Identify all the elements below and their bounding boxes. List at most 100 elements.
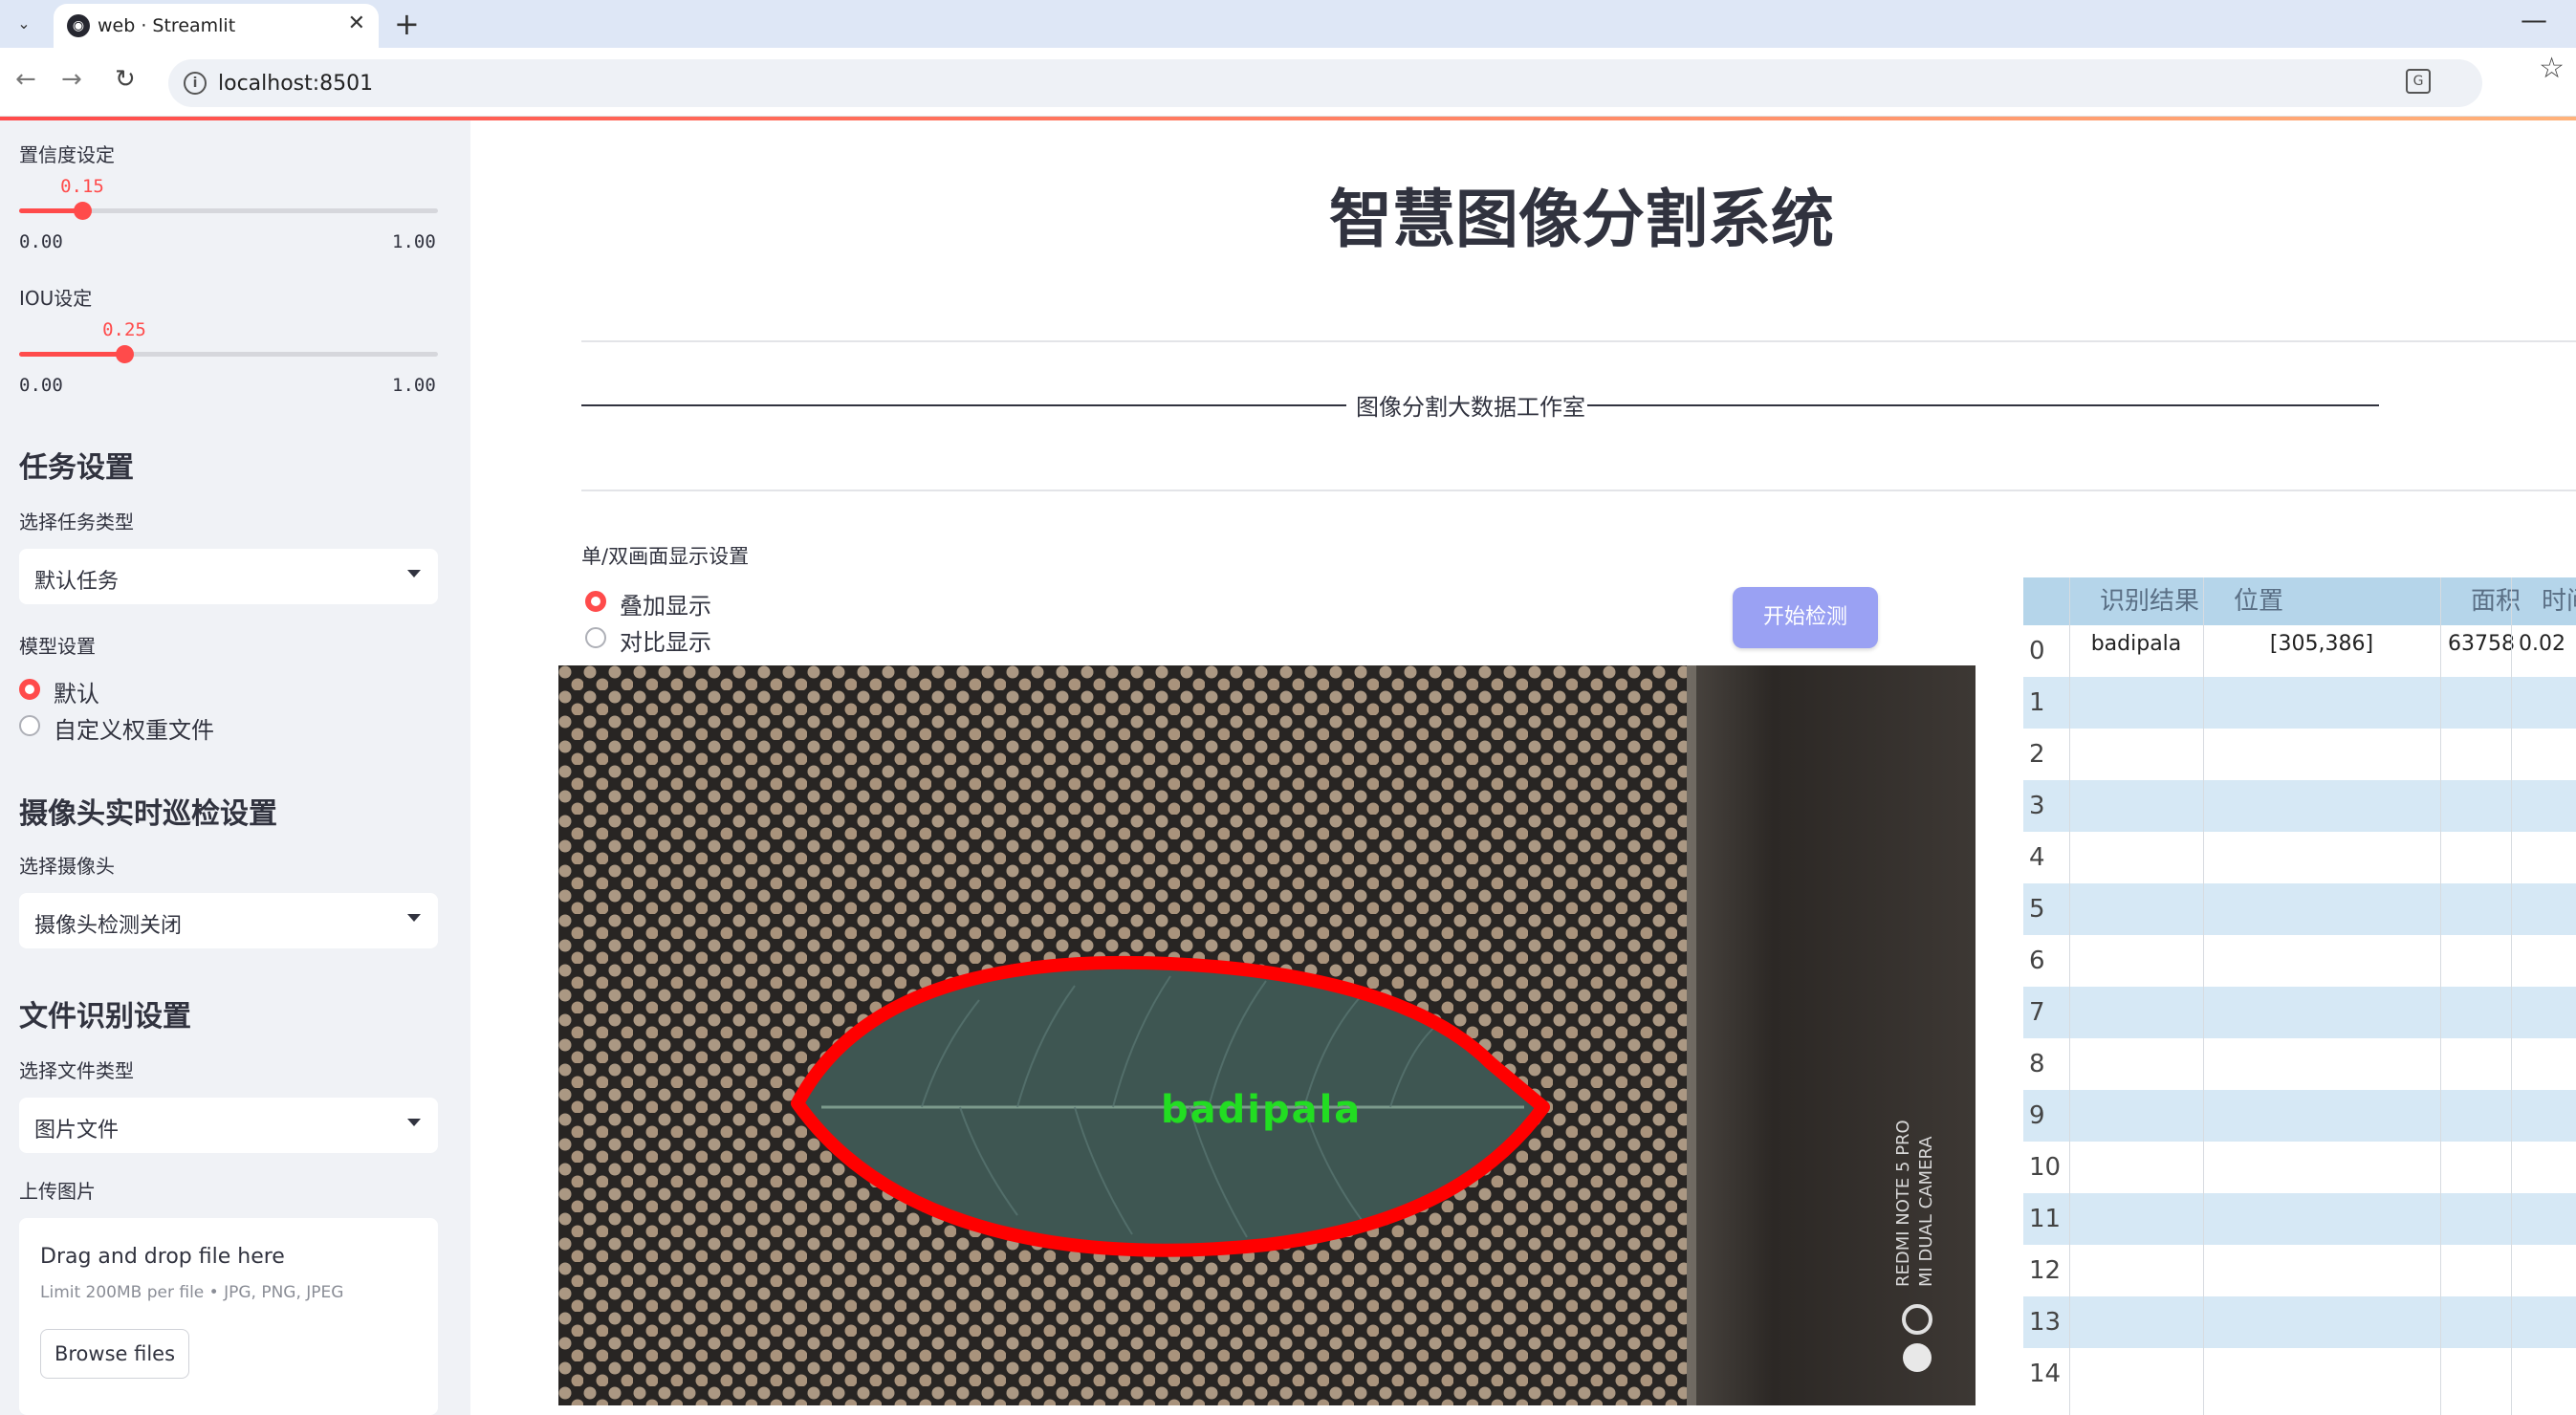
result-cell [2069,1296,2203,1348]
tab-title: web · Streamlit [98,15,236,36]
row-index: 2 [2029,740,2045,769]
start-detection-button[interactable]: 开始检测 [1733,587,1878,648]
position-cell [2203,1142,2440,1193]
iou-slider[interactable]: 0.25 [19,319,438,363]
table-row[interactable]: 13 [2023,1296,2576,1348]
back-arrow-icon[interactable]: ← [15,65,36,94]
table-row[interactable]: 2 [2023,729,2576,780]
column-header[interactable]: 位置 [2203,577,2440,625]
table-row[interactable]: 3 [2023,780,2576,832]
browser-tab[interactable]: ◉ web · Streamlit ✕ [54,4,379,48]
model-settings-label: 模型设置 [19,635,96,658]
position-cell [2203,780,2440,832]
dropdown-chevron-icon [407,914,421,922]
column-divider [2069,577,2070,1415]
tab-close-icon[interactable]: ✕ [348,11,365,35]
table-row[interactable]: 5 [2023,883,2576,935]
column-divider [2440,577,2441,1415]
forward-arrow-icon[interactable]: → [61,65,82,94]
area-cell [2440,987,2511,1038]
model-option-label: 默认 [54,681,99,708]
reload-icon[interactable]: ↻ [115,65,136,94]
result-cell [2069,677,2203,729]
row-index: 4 [2029,843,2045,872]
radio-selected-icon [585,591,606,612]
window-minimize-button[interactable]: — [2521,4,2547,35]
column-header[interactable]: 时间 [2511,577,2576,625]
url-field[interactable]: i localhost:8501 G [168,59,2482,107]
table-row[interactable]: 8 [2023,1038,2576,1090]
result-cell [2069,883,2203,935]
detection-image-svg: badipala REDMI NOTE 5 PRO MI DUAL CAMERA [558,665,1976,1405]
subtitle-banner: 图像分割大数据工作室 [581,388,2379,421]
site-info-icon[interactable]: i [184,72,207,95]
table-row[interactable]: 7 [2023,987,2576,1038]
iou-value: 0.25 [102,319,146,340]
position-cell [2203,1090,2440,1142]
area-cell [2440,1245,2511,1296]
table-row[interactable]: 0 badipala [305,386] 63758 0.02 [2023,625,2576,677]
result-cell [2069,1245,2203,1296]
position-cell [2203,729,2440,780]
file-dropzone[interactable]: Drag and drop file here Limit 200MB per … [19,1218,438,1415]
page-title: 智慧图像分割系统 [1329,183,1834,256]
url-text[interactable]: localhost:8501 [218,72,373,96]
table-row[interactable]: 1 [2023,677,2576,729]
camera-select[interactable]: 摄像头检测关闭 [19,893,438,948]
table-row[interactable]: 4 [2023,832,2576,883]
position-cell [2203,987,2440,1038]
time-cell [2511,883,2576,935]
task-type-select[interactable]: 默认任务 [19,549,438,604]
time-cell [2511,1348,2576,1400]
table-row[interactable]: 14 [2023,1348,2576,1400]
time-cell [2511,935,2576,987]
new-tab-button[interactable]: + [394,6,420,42]
confidence-slider-thumb[interactable] [74,202,92,220]
column-header[interactable]: 面积 [2440,577,2521,625]
svg-text:REDMI NOTE 5 PRO: REDMI NOTE 5 PRO [1893,1120,1913,1287]
results-table[interactable]: 识别结果位置面积时间0badipala[305,386]637580.02123… [2023,577,2576,1415]
detection-label: badipala [1161,1088,1362,1132]
area-cell [2440,780,2511,832]
camera-settings-header: 摄像头实时巡检设置 [19,797,277,831]
table-row[interactable]: 9 [2023,1090,2576,1142]
task-type-label: 选择任务类型 [19,511,134,533]
result-cell [2069,729,2203,780]
result-cell: badipala [2090,632,2182,656]
row-index: 7 [2029,998,2045,1027]
area-cell: 63758 [2448,632,2515,656]
column-header[interactable] [2023,577,2069,625]
file-type-select[interactable]: 图片文件 [19,1098,438,1153]
position-cell [2203,1296,2440,1348]
display-option-label: 叠加显示 [620,593,711,620]
file-type-value: 图片文件 [34,1119,120,1143]
table-row[interactable]: 6 [2023,935,2576,987]
iou-max: 1.00 [392,375,436,396]
column-header[interactable]: 识别结果 [2069,577,2203,625]
table-row[interactable]: 10 [2023,1142,2576,1193]
translate-icon[interactable]: G [2406,69,2431,94]
confidence-slider[interactable]: 0.15 [19,176,438,220]
row-index: 13 [2029,1308,2062,1337]
area-cell [2440,1348,2511,1400]
confidence-label: 置信度设定 [19,143,115,166]
iou-slider-thumb[interactable] [116,345,134,363]
row-index: 3 [2029,792,2045,820]
bookmark-star-icon[interactable]: ☆ [2539,52,2565,85]
subtitle-dash-left [581,404,1346,406]
table-row[interactable]: 11 [2023,1193,2576,1245]
row-index: 8 [2029,1050,2045,1078]
column-divider [2511,577,2512,1415]
position-cell [2203,832,2440,883]
time-cell [2511,677,2576,729]
area-cell [2440,935,2511,987]
row-index: 1 [2029,688,2045,717]
result-cell [2069,1193,2203,1245]
dropdown-chevron-icon [407,570,421,577]
position-cell [2203,677,2440,729]
table-row[interactable]: 12 [2023,1245,2576,1296]
tab-search-chevron-icon[interactable]: ⌄ [10,10,38,38]
area-cell [2440,1038,2511,1090]
browse-files-button[interactable]: Browse files [40,1329,189,1379]
position-cell [2203,1348,2440,1400]
